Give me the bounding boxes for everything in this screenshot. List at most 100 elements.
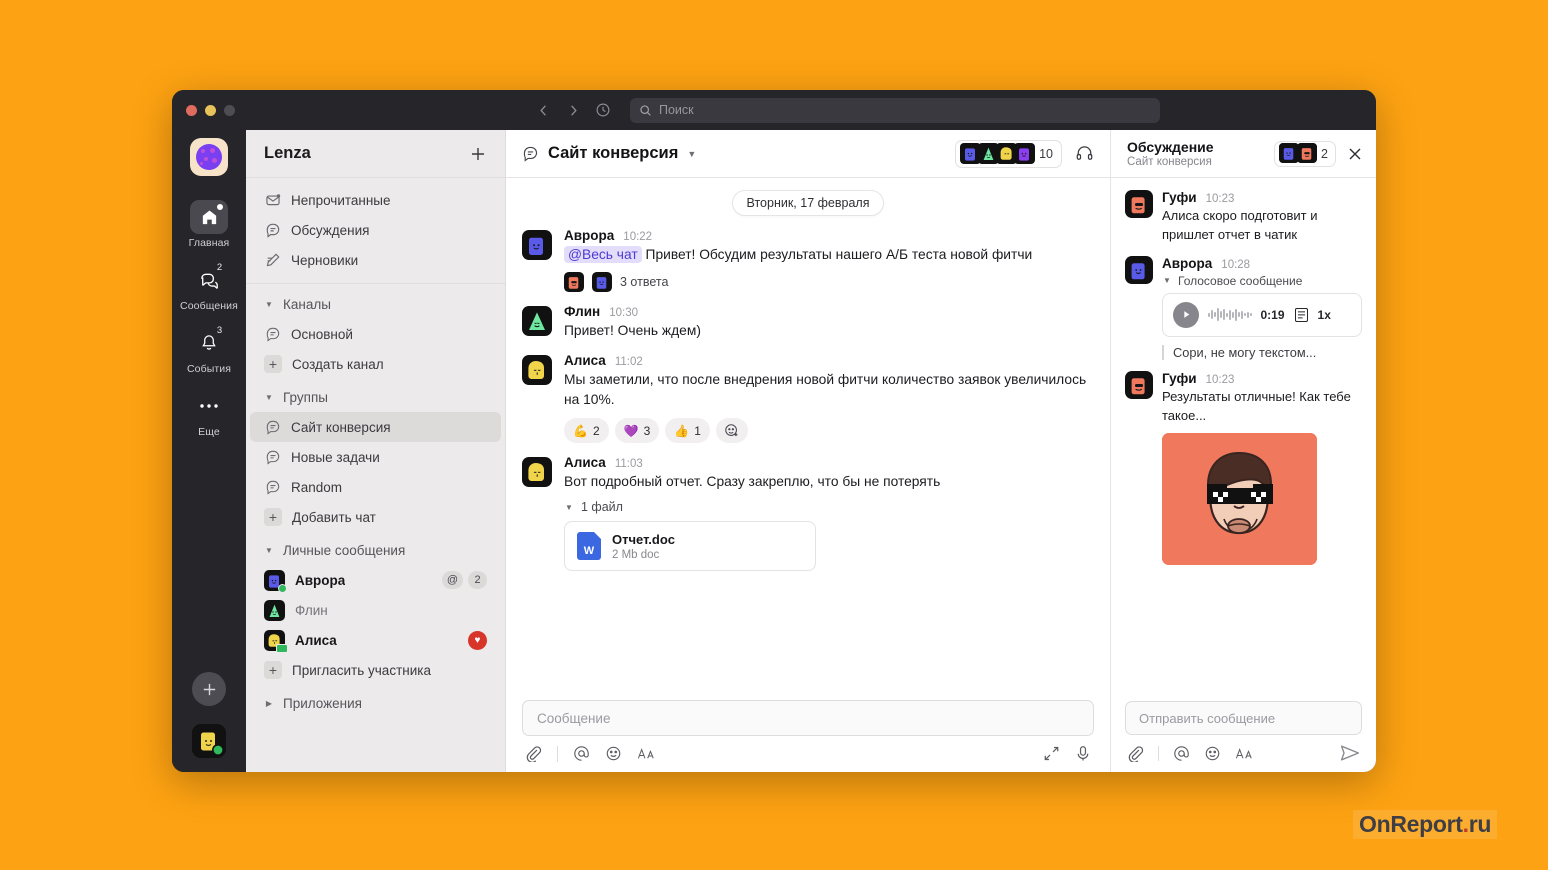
events-badge: 3 (216, 325, 223, 336)
app-window: Поиск Главная 2 Сообщения 3 События Еще … (172, 90, 1376, 772)
rail-item-more[interactable]: Еще (172, 389, 246, 438)
reactions-bar: 💪 2 💜 3 👍 1 (564, 418, 1094, 443)
sidebar-label-threads: Обсуждения (291, 222, 370, 238)
microphone-icon[interactable] (1075, 745, 1091, 762)
attach-icon[interactable] (525, 745, 542, 762)
attachments-toggle[interactable]: ▼ 1 файл (564, 500, 1094, 514)
message-list[interactable]: Вторник, 17 февраля Аврора 10:22 @Весь ч… (506, 178, 1110, 690)
voice-message-label: Голосовое сообщение (1178, 273, 1303, 288)
mention-chip[interactable]: @Весь чат (564, 246, 642, 263)
user-avatar[interactable] (192, 724, 226, 758)
add-reaction-icon[interactable] (715, 418, 748, 443)
headset-icon[interactable] (1075, 144, 1094, 163)
attach-icon[interactable] (1127, 745, 1144, 762)
file-attachment-card[interactable]: W Отчет.doc 2 Mb doc (564, 521, 816, 571)
forward-button[interactable] (560, 97, 586, 123)
reaction-chip[interactable]: 💜 3 (614, 418, 660, 443)
sidebar-dm-flin[interactable]: Флин (250, 595, 501, 625)
send-icon[interactable] (1340, 744, 1360, 762)
play-icon[interactable] (1173, 301, 1199, 328)
rail-item-messages[interactable]: 2 Сообщения (172, 262, 246, 312)
search-input[interactable]: Поиск (630, 97, 1160, 123)
mention-icon[interactable] (573, 745, 590, 762)
message-text: Привет! Очень ждем) (564, 323, 701, 338)
plus-box-icon: + (264, 661, 282, 679)
chevron-down-icon[interactable]: ▼ (687, 149, 696, 159)
meme-face-with-sunglasses-image[interactable] (1162, 433, 1317, 566)
sidebar-action-invite-member[interactable]: + Пригласить участника (250, 655, 501, 685)
chat-bubbles-icon: 2 (190, 262, 228, 297)
rail-item-home[interactable]: Главная (172, 200, 246, 249)
playback-rate[interactable]: 1x (1318, 308, 1331, 322)
toolbar-divider (557, 745, 558, 762)
replies-count-label: 3 ответа (620, 275, 669, 289)
sidebar-item-drafts[interactable]: Черновики (250, 245, 501, 275)
sidebar-label-osnovnoy: Основной (291, 326, 353, 342)
voice-message-player[interactable]: 0:19 1x (1162, 292, 1362, 337)
date-divider: Вторник, 17 февраля (731, 190, 885, 216)
add-workspace-button[interactable] (192, 672, 226, 706)
sidebar-dm-label-avrora: Аврора (295, 572, 346, 588)
maximize-window-button[interactable] (224, 104, 235, 116)
traffic-lights (186, 104, 235, 116)
sidebar-action-add-chat[interactable]: + Добавить чат (250, 502, 501, 532)
thread-message-author: Гуфи (1162, 370, 1197, 386)
reaction-chip[interactable]: 👍 1 (665, 418, 710, 443)
thread-title: Обсуждение (1127, 139, 1214, 155)
message-input[interactable]: Сообщение (522, 700, 1094, 736)
sidebar-item-random[interactable]: Random (250, 472, 501, 502)
sidebar-dm-avrora[interactable]: Аврора @ 2 (250, 565, 501, 595)
back-button[interactable] (530, 97, 556, 123)
close-window-button[interactable] (186, 104, 197, 116)
format-text-icon[interactable] (1235, 746, 1254, 761)
sidebar-item-osnovnoy[interactable]: Основной (250, 319, 501, 349)
chevron-right-icon: ▶ (265, 698, 273, 708)
sidebar-add-button[interactable] (469, 145, 487, 163)
sidebar-dm-alisa[interactable]: Алиса ♥ (250, 625, 501, 655)
voice-message-toggle[interactable]: ▼ Голосовое сообщение (1162, 274, 1362, 288)
thread-message-time: 10:23 (1205, 193, 1235, 205)
emoji-icon[interactable] (605, 745, 622, 762)
thread-replies-button[interactable]: 3 ответа (564, 272, 1094, 292)
sidebar-item-novye-zadachi[interactable]: Новые задачи (250, 442, 501, 472)
expand-icon[interactable] (1043, 745, 1060, 762)
thread-members-button[interactable]: 2 (1274, 140, 1336, 167)
sidebar-item-unread[interactable]: Непрочитанные (250, 185, 501, 215)
message-item: Флин 10:30 Привет! Очень ждем) (522, 304, 1094, 341)
home-notification-dot (217, 204, 223, 210)
avatar (264, 629, 288, 653)
thread-message-time: 10:28 (1221, 258, 1251, 271)
sidebar-group-channels[interactable]: ▼ Каналы (250, 290, 501, 318)
minimize-window-button[interactable] (205, 104, 216, 116)
avatar (564, 272, 584, 292)
sidebar-header: Lenza (246, 130, 505, 178)
avatar (522, 306, 552, 336)
close-icon[interactable] (1346, 145, 1364, 163)
status-online-dot (278, 583, 287, 593)
sidebar-label-invite-member: Пригласить участника (292, 662, 431, 678)
channel-members-button[interactable]: 10 (955, 139, 1062, 168)
sidebar-group-apps[interactable]: ▶ Приложения (250, 689, 501, 717)
sidebar-group-dms[interactable]: ▼ Личные сообщения (250, 536, 501, 564)
rail-item-events[interactable]: 3 События (172, 325, 246, 375)
message-item: Алиса 11:02 Мы заметили, что после внедр… (522, 353, 1094, 443)
history-icon[interactable] (590, 97, 616, 123)
mention-icon[interactable] (1173, 745, 1190, 762)
format-text-icon[interactable] (637, 746, 656, 761)
workspace-logo[interactable] (190, 138, 228, 176)
sidebar-item-threads[interactable]: Обсуждения (250, 215, 501, 245)
emoji-icon[interactable] (1204, 745, 1221, 762)
reaction-chip[interactable]: 💪 2 (564, 418, 609, 443)
toolbar-divider (1158, 745, 1159, 761)
sidebar-item-sait-konversiya[interactable]: Сайт конверсия (250, 412, 501, 442)
sidebar-group-label-groups: Группы (283, 389, 328, 405)
message-author: Аврора (564, 228, 615, 243)
transcript-icon[interactable] (1294, 307, 1309, 323)
thread-message-list[interactable]: Гуфи 10:23 Алиса скоро подготовит и приш… (1111, 178, 1376, 691)
thread-message-input[interactable]: Отправить сообщение (1125, 701, 1362, 735)
heart-badge-icon: ♥ (468, 630, 487, 650)
sidebar-scroll[interactable]: Непрочитанные Обсуждения Черновики ▼ Кан… (246, 178, 505, 772)
title-bar: Поиск (172, 90, 1376, 130)
sidebar-group-groups[interactable]: ▼ Группы (250, 383, 501, 411)
sidebar-action-create-channel[interactable]: + Создать канал (250, 349, 501, 379)
